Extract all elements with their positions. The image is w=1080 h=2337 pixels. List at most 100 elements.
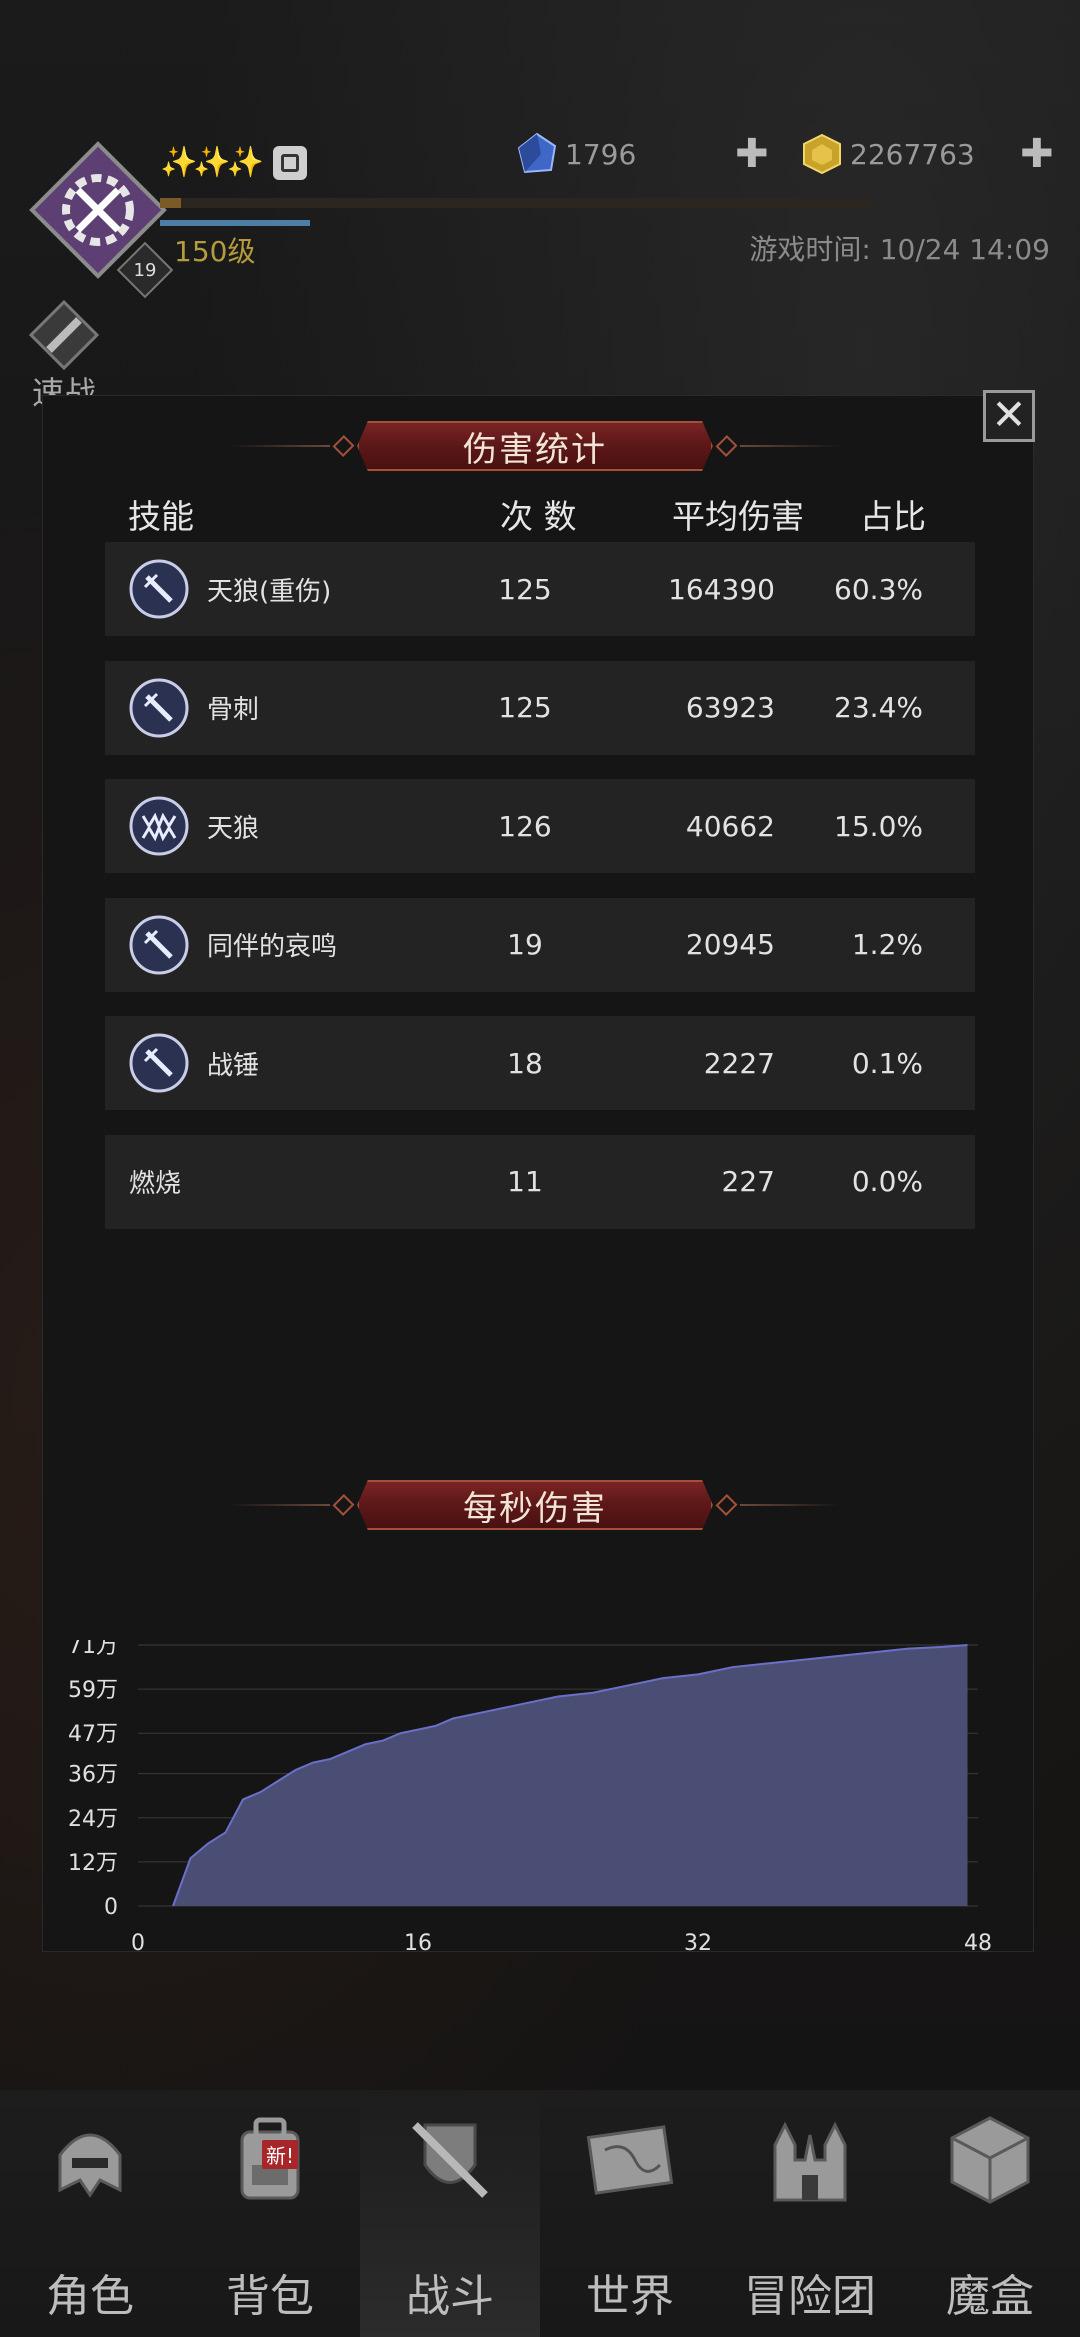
edit-icon[interactable] [273,146,307,180]
damage-percent: 1.2% [851,928,923,961]
sword-icon [129,559,189,619]
skill-name: 燃烧 [129,1169,182,1199]
add-gold-button[interactable]: ✚ [1020,134,1054,174]
y-tick-label: 0 [104,1895,118,1920]
nav-tab-5[interactable]: 魔盒 [900,2090,1080,2337]
x-tick-label: 16 [404,1931,432,1956]
hit-count: 19 [507,928,543,961]
dps-title: 每秒伤害 [463,1488,607,1529]
header-percent: 占比 [860,497,926,536]
skill-name: 骨刺 [207,695,260,725]
nav-label: 魔盒 [946,2271,1034,2322]
banner-ornament [715,435,738,457]
y-tick-label: 47万 [68,1722,118,1747]
y-tick-label: 24万 [68,1807,118,1832]
nav-label: 世界 [586,2271,674,2322]
nav-tab-2[interactable]: 战斗 [360,2090,540,2337]
avg-damage: 20945 [685,928,775,961]
nav-tab-0[interactable]: 角色 [0,2090,180,2337]
dps-banner: 每秒伤害 [230,1477,840,1533]
sword-icon [28,299,100,371]
table-row: 同伴的哀鸣 19 20945 1.2% [105,897,975,992]
hit-count: 126 [498,809,552,843]
modal-title: 伤害统计 [463,429,607,470]
y-tick-label: 59万 [68,1678,118,1703]
dps-chart: 0 12万 24万 36万 47万 59万 71万 0 16 32 48 [0,1640,1080,1970]
y-tick-label: 12万 [68,1851,118,1876]
y-tick-label: 36万 [68,1763,118,1788]
table-row: 天狼(重伤) 125 164390 60.3% [105,542,975,636]
banner-ornament [332,1494,355,1516]
add-crystal-button[interactable]: ✚ [735,134,769,174]
header-avg-damage: 平均伤害 [672,497,804,536]
dps-area [173,1645,968,1906]
skill-name: 天狼(重伤) [207,576,332,607]
skill-name: 天狼 [207,813,260,844]
nav-label: 战斗 [406,2271,494,2322]
banner-ornament [715,1494,738,1516]
avg-damage: 63923 [685,691,775,724]
avg-damage: 227 [721,1165,775,1198]
x-tick-label: 32 [684,1931,712,1956]
rank-stars: ✨✨✨ [160,145,264,180]
damage-percent: 23.4% [834,691,923,724]
game-time: 游戏时间: 10/24 14:09 [749,233,1050,266]
sword-icon [129,915,189,975]
banner-line-right [739,445,840,447]
hit-count: 125 [498,691,552,724]
crossed-swords-shield-icon [400,2110,500,2210]
hit-count: 11 [507,1165,543,1198]
castle-icon [760,2110,860,2210]
damage-percent: 0.1% [851,1046,923,1080]
xp-bar [160,198,870,208]
nav-tab-3[interactable]: 世界 [540,2090,720,2337]
helmet-icon [40,2110,140,2210]
new-badge: 新! [262,2140,299,2169]
player-level: 150级 [174,235,256,268]
damage-stats-banner: 伤害统计 [230,418,840,474]
banner-line-right [739,1504,840,1506]
avg-damage: 164390 [668,572,775,606]
banner-line-left [230,445,331,447]
header-count: 次 数 [500,497,577,536]
bottom-nav: 角色 新! 背包 战斗 世界 冒险团 魔盒 [0,2090,1080,2337]
skill-name: 战锤 [207,1050,260,1081]
sword-icon [129,678,189,738]
magic-cube-icon [940,2110,1040,2210]
damage-percent: 15.0% [834,809,923,843]
gold-amount: 2267763 [850,137,975,171]
banner-line-left [230,1504,331,1506]
nav-tab-1[interactable]: 新! 背包 [180,2090,360,2337]
gold-ingot-icon [803,133,841,175]
nav-label: 背包 [226,2271,314,2322]
map-scroll-icon [580,2110,680,2210]
banner-ornament [332,435,355,457]
table-row: 骨刺 125 63923 23.4% [105,660,975,755]
gold-currency: 2267763 ✚ [800,130,1054,178]
table-row: 战锤 18 2227 0.1% [105,1016,975,1110]
crystal-currency: 1796 ✚ [515,130,769,178]
close-button[interactable]: ✕ [983,390,1035,442]
crystal-amount: 1796 [565,137,637,171]
table-row: 燃烧 11 227 0.0% [105,1134,975,1229]
x-tick-label: 48 [964,1931,992,1956]
dps-chart-svg: 0 12万 24万 36万 47万 59万 71万 0 16 32 48 [68,1640,992,1956]
blue-crystal-icon [517,132,557,174]
hit-count: 125 [498,572,552,606]
nav-tab-4[interactable]: 冒险团 [720,2090,900,2337]
x-tick-label: 0 [131,1931,145,1956]
wolf-fangs-icon [129,796,189,856]
skill-name: 同伴的哀鸣 [207,932,338,962]
status-bar [160,220,310,226]
damage-percent: 60.3% [834,572,923,606]
nav-label: 角色 [46,2271,134,2322]
header-skill: 技能 [128,497,194,536]
hit-count: 18 [507,1046,543,1080]
xp-bar-fill [160,198,182,208]
y-tick-label: 71万 [68,1640,118,1659]
damage-percent: 0.0% [851,1165,923,1198]
top-hud: 19 ✨✨✨ 150级 1796 ✚ 2267763 ✚ 游戏时间: 10/24… [0,0,1080,420]
sword-icon [129,1033,189,1093]
avg-damage: 2227 [703,1046,775,1080]
nav-label: 冒险团 [744,2271,876,2322]
